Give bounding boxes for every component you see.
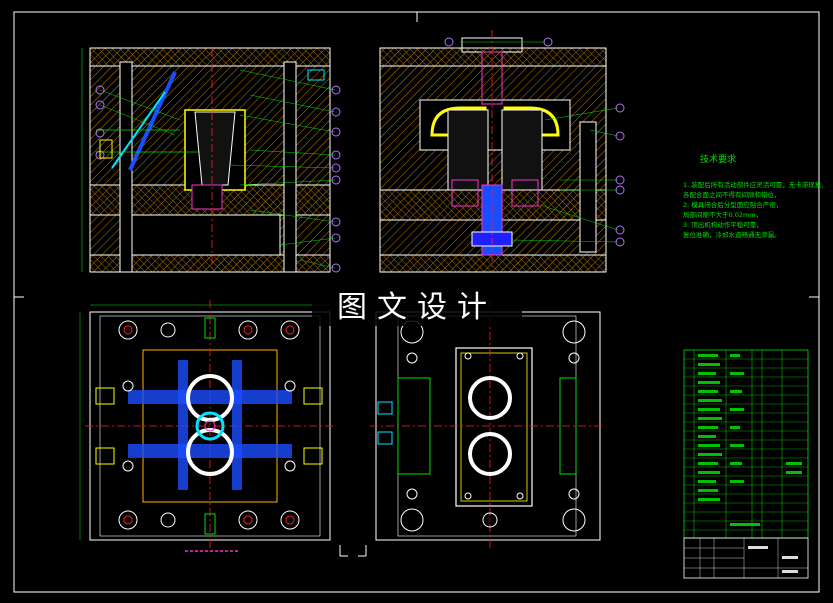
technical-requirements-notes: 1. 装配后所有活动部件应灵活可靠，无卡滞现象， 各配合面之间不得有间隙和错位，… (683, 180, 823, 240)
parts-list (683, 349, 809, 579)
note-line: 局部间隙不大于0.02mm， (683, 211, 763, 219)
note-line: 各配合面之间不得有间隙和错位， (683, 191, 781, 199)
note-line: 2. 模具闭合后分型面应贴合严密， (683, 201, 783, 209)
section-view-left (81, 47, 341, 273)
note-line: 复位准确，冷却水道畅通无渗漏。 (683, 231, 781, 239)
note-line: 3. 顶出机构动作平稳可靠， (683, 221, 763, 229)
watermark: 图文设计 (312, 282, 522, 326)
note-line: 1. 装配后所有活动部件应灵活可靠，无卡滞现象， (683, 181, 823, 189)
section-view-right (379, 30, 625, 273)
plan-view-right (339, 300, 605, 557)
plan-view-left (79, 300, 335, 552)
technical-requirements-title: 技术要求 (700, 155, 737, 165)
